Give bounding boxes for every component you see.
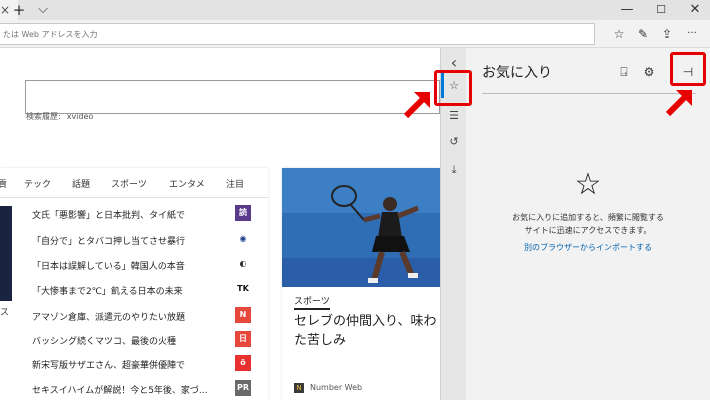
- address-bar-row: ☆ ✎ ⇪ ···: [0, 20, 710, 48]
- news-left-text[interactable]: ス: [0, 305, 9, 318]
- new-tab-page: 検索履歴: xvideo 貢 テック 話題 スポーツ エンタメ 注目 ス 文氏「悪…: [0, 48, 440, 400]
- source-logo-icon: N: [294, 383, 304, 393]
- headline-text: バッシング続くマツコ、最後の火種: [32, 337, 177, 347]
- plus-icon[interactable]: +: [10, 0, 28, 20]
- chevron-down-icon[interactable]: ⌵: [34, 0, 52, 20]
- empty-message-line: サイトに迅速にアクセスできます。: [524, 226, 652, 235]
- search-history: 検索履歴: xvideo: [26, 111, 99, 122]
- reading-list-icon[interactable]: ☰: [444, 106, 464, 126]
- maximize-button[interactable]: ☐: [646, 0, 676, 20]
- publisher-logo-icon: TK: [235, 281, 251, 297]
- news-panel: 貢 テック 話題 スポーツ エンタメ 注目 ス 文氏「悪影響」と日本批判、タイ紙…: [0, 168, 268, 400]
- publisher-logo-icon: N: [235, 307, 251, 323]
- publisher-logo-icon: ◐: [235, 256, 251, 272]
- headline-text: 「日本は誤解している」韓国人の本音: [32, 262, 185, 272]
- publisher-logo-icon: 読: [235, 205, 251, 221]
- gear-icon[interactable]: ⚙: [639, 62, 659, 82]
- news-tab-sports[interactable]: スポーツ: [111, 177, 147, 190]
- feature-article-card[interactable]: スポーツ セレブの仲間入り、味わ た苦しみ N Number Web: [282, 168, 440, 400]
- highlight-box-favorites: [434, 70, 472, 106]
- headline-text: 「大惨事まで2℃」飢える日本の未来: [32, 287, 183, 297]
- feature-source: Number Web: [310, 383, 363, 392]
- news-thumbnail[interactable]: [0, 206, 12, 301]
- import-link[interactable]: 別のブラウザーからインポートする: [466, 242, 710, 253]
- minimize-button[interactable]: —: [612, 0, 642, 20]
- empty-message-line: お気に入りに追加すると、頻繁に閲覧する: [512, 213, 664, 222]
- share-icon[interactable]: ⇪: [657, 24, 677, 44]
- feature-title-line: た苦しみ: [294, 333, 347, 348]
- news-tab-tech[interactable]: テック: [24, 177, 51, 190]
- news-tab-entertainment[interactable]: エンタメ: [169, 177, 205, 190]
- headline-item[interactable]: 「大惨事まで2℃」飢える日本の未来 TK: [32, 280, 268, 300]
- headline-text: 「自分で」とタバコ押し当てさせ暴行: [32, 237, 186, 247]
- history-icon[interactable]: ↺: [444, 132, 464, 152]
- headline-text: アマゾン倉庫、派遣元のやりたい放題: [32, 313, 186, 323]
- publisher-logo-icon: ◉: [235, 231, 251, 247]
- publisher-logo-icon: ö: [235, 355, 251, 371]
- feature-title-line: セレブの仲間入り、味わ: [294, 314, 437, 329]
- news-tabs: 貢 テック 話題 スポーツ エンタメ 注目: [0, 168, 268, 198]
- headline-text: 文氏「悪影響」と日本批判、タイ紙で: [32, 211, 186, 221]
- favorites-star-icon[interactable]: ☆: [609, 24, 629, 44]
- feature-title[interactable]: セレブの仲間入り、味わ た苦しみ: [294, 312, 440, 350]
- headline-text: セキスイハイムが解説！今と5年後、家づ...: [32, 386, 208, 396]
- title-bar: × + ⌵ — ☐ ✕: [0, 0, 710, 20]
- headline-item[interactable]: バッシング続くマツコ、最後の火種 日: [32, 330, 268, 350]
- annotation-arrow-icon: [665, 90, 692, 117]
- publisher-logo-icon: 日: [235, 331, 251, 347]
- search-history-label: 検索履歴:: [26, 112, 61, 121]
- highlight-box-pin: [670, 52, 706, 86]
- headline-item[interactable]: 「日本は誤解している」韓国人の本音 ◐: [32, 255, 268, 275]
- address-input[interactable]: [0, 23, 595, 45]
- headline-item[interactable]: アマゾン倉庫、派遣元のやりたい放題 N: [32, 306, 268, 326]
- news-tab-featured[interactable]: 注目: [226, 177, 244, 190]
- headline-item[interactable]: 文氏「悪影響」と日本批判、タイ紙で 読: [32, 204, 268, 224]
- publisher-logo-icon: PR: [235, 380, 251, 396]
- headline-text: 新宋写版サザエさん、超豪華併優陣で: [32, 361, 186, 371]
- feature-category[interactable]: スポーツ: [294, 294, 330, 310]
- more-menu-icon[interactable]: ···: [682, 24, 702, 44]
- search-input[interactable]: [25, 80, 440, 114]
- downloads-icon[interactable]: ⤓: [444, 160, 464, 180]
- close-button[interactable]: ✕: [680, 0, 710, 20]
- annotation-arrow-icon: [403, 92, 430, 119]
- search-history-item[interactable]: xvideo: [67, 112, 94, 121]
- tennis-player-image[interactable]: [282, 168, 440, 287]
- tab-close-icon[interactable]: ×: [0, 0, 10, 20]
- notes-pen-icon[interactable]: ✎: [633, 24, 653, 44]
- headline-item[interactable]: 「自分で」とタバコ押し当てさせ暴行 ◉: [32, 230, 268, 250]
- headline-item[interactable]: セキスイハイムが解説！今と5年後、家づ... PR: [32, 379, 268, 399]
- empty-message: お気に入りに追加すると、頻繁に閲覧する サイトに迅速にアクセスできます。: [466, 211, 710, 237]
- pane-title: お気に入り: [482, 65, 552, 81]
- news-tab[interactable]: 貢: [0, 177, 7, 190]
- headline-item[interactable]: 新宋写版サザエさん、超豪華併優陣で ö: [32, 354, 268, 374]
- import-favorites-icon[interactable]: ⍈: [614, 62, 634, 82]
- empty-star-icon: ☆: [574, 167, 602, 202]
- news-tab-topics[interactable]: 話題: [72, 177, 90, 190]
